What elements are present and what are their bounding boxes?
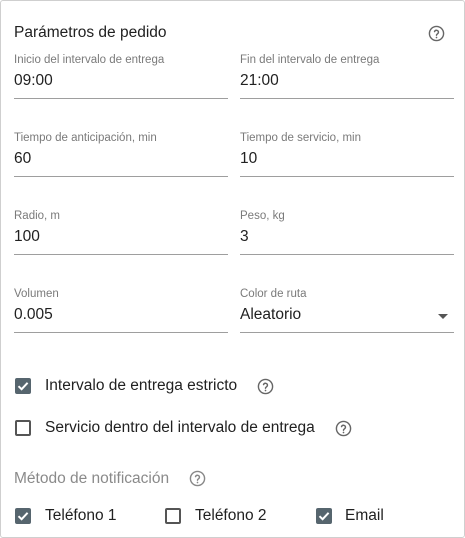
chevron-down-icon[interactable] bbox=[438, 314, 448, 319]
delivery-end-field[interactable]: Fin del intervalo de entrega 21:00 bbox=[240, 54, 454, 106]
phone2-label[interactable]: Teléfono 2 bbox=[195, 507, 267, 525]
panel-title: Parámetros de pedido bbox=[14, 24, 167, 41]
order-parameters-panel: Parámetros de pedido Inicio del interval… bbox=[0, 0, 465, 538]
field-underline bbox=[14, 332, 228, 333]
service-time-input[interactable]: 10 bbox=[240, 150, 257, 168]
field-underline bbox=[14, 176, 228, 177]
email-label[interactable]: Email bbox=[345, 507, 384, 525]
route-color-select[interactable]: Color de ruta Aleatorio bbox=[240, 288, 454, 340]
help-icon[interactable] bbox=[257, 378, 274, 395]
service-in-interval-label[interactable]: Servicio dentro del intervalo de entrega bbox=[45, 419, 315, 437]
check-icon bbox=[17, 512, 29, 521]
lead-time-field[interactable]: Tiempo de anticipación, min 60 bbox=[14, 132, 228, 184]
field-label: Peso, kg bbox=[240, 210, 285, 222]
field-underline bbox=[240, 254, 454, 255]
email-checkbox[interactable] bbox=[316, 508, 332, 524]
volume-input[interactable]: 0.005 bbox=[14, 306, 53, 324]
phone2-checkbox[interactable] bbox=[165, 508, 181, 524]
phone1-checkbox[interactable] bbox=[15, 508, 31, 524]
field-underline bbox=[14, 254, 228, 255]
field-label: Tiempo de servicio, min bbox=[240, 132, 362, 144]
field-label: Radio, m bbox=[14, 210, 61, 222]
radius-input[interactable]: 100 bbox=[14, 228, 40, 246]
weight-input[interactable]: 3 bbox=[240, 228, 249, 246]
delivery-start-field[interactable]: Inicio del intervalo de entrega 09:00 bbox=[14, 54, 228, 106]
radius-field[interactable]: Radio, m 100 bbox=[14, 210, 228, 262]
lead-time-input[interactable]: 60 bbox=[14, 150, 31, 168]
weight-field[interactable]: Peso, kg 3 bbox=[240, 210, 454, 262]
field-label: Color de ruta bbox=[240, 288, 307, 300]
strict-interval-checkbox[interactable] bbox=[15, 378, 31, 394]
help-icon[interactable] bbox=[189, 470, 206, 487]
check-icon bbox=[17, 382, 29, 391]
notification-method-label: Método de notificación bbox=[14, 470, 170, 487]
route-color-value[interactable]: Aleatorio bbox=[240, 306, 301, 324]
delivery-end-input[interactable]: 21:00 bbox=[240, 72, 279, 90]
field-underline bbox=[240, 176, 454, 177]
field-label: Tiempo de anticipación, min bbox=[14, 132, 157, 144]
field-underline bbox=[14, 98, 228, 99]
help-icon[interactable] bbox=[335, 420, 352, 437]
service-time-field[interactable]: Tiempo de servicio, min 10 bbox=[240, 132, 454, 184]
field-label: Fin del intervalo de entrega bbox=[240, 54, 380, 66]
service-in-interval-checkbox[interactable] bbox=[15, 420, 31, 436]
field-label: Inicio del intervalo de entrega bbox=[14, 54, 165, 66]
phone1-label[interactable]: Teléfono 1 bbox=[45, 507, 117, 525]
check-icon bbox=[318, 512, 330, 521]
volume-field[interactable]: Volumen 0.005 bbox=[14, 288, 228, 340]
help-icon[interactable] bbox=[428, 25, 445, 42]
field-label: Volumen bbox=[14, 288, 59, 300]
field-underline bbox=[240, 98, 454, 99]
delivery-start-input[interactable]: 09:00 bbox=[14, 72, 53, 90]
field-underline bbox=[240, 332, 454, 333]
strict-interval-label[interactable]: Intervalo de entrega estricto bbox=[45, 377, 237, 395]
